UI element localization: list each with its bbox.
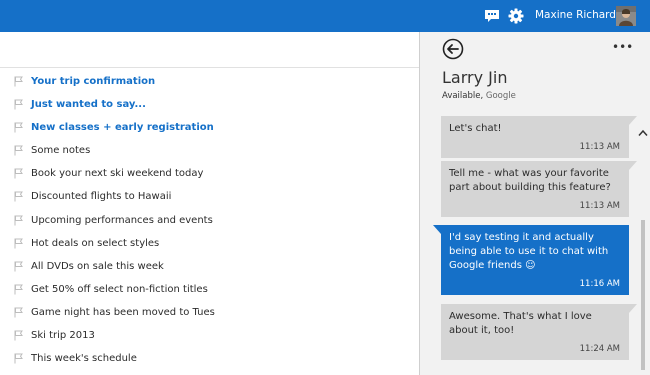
flag-icon[interactable] <box>14 284 24 295</box>
chat-bubble-received: Awesome. That's what I love about it, to… <box>441 304 637 360</box>
status-service: Google <box>485 91 516 101</box>
bubble-time: 11:13 AM <box>579 142 620 152</box>
bubble-text: Tell me - what was your favorite part ab… <box>449 168 611 193</box>
message-subject: Discounted flights to Hawaii <box>31 191 172 203</box>
scroll-up-icon[interactable] <box>638 122 648 136</box>
status-text: Available, <box>442 91 484 101</box>
scrollbar-thumb[interactable] <box>641 220 645 370</box>
scrollbar[interactable] <box>638 120 648 375</box>
smiley-icon: ☺ <box>525 260 536 271</box>
bubble-text: Awesome. That's what I love about it, to… <box>449 311 592 336</box>
message-subject: Hot deals on select styles <box>31 237 160 249</box>
flag-icon[interactable] <box>14 191 24 202</box>
bubble-time: 11:24 AM <box>579 344 620 354</box>
flag-icon[interactable] <box>14 168 24 179</box>
back-button[interactable] <box>442 38 464 60</box>
list-item[interactable]: New classes + early registration <box>0 116 419 139</box>
flag-icon[interactable] <box>14 353 24 364</box>
message-subject: Some notes <box>31 145 91 157</box>
avatar[interactable] <box>616 6 636 26</box>
message-subject: Your trip confirmation <box>31 76 156 87</box>
message-subject: Book your next ski weekend today <box>31 168 204 180</box>
chat-pane: ••• Larry Jin Available, Google Let's ch… <box>420 32 650 375</box>
message-subject: This week's schedule <box>31 353 137 365</box>
flag-icon[interactable] <box>14 76 24 87</box>
message-subject: All DVDs on sale this week <box>31 260 164 272</box>
more-options-button[interactable]: ••• <box>612 40 633 54</box>
flag-icon[interactable] <box>14 215 24 226</box>
bubble-time: 11:16 AM <box>579 279 620 289</box>
gear-icon[interactable] <box>508 8 524 24</box>
list-item[interactable]: Discounted flights to Hawaii <box>0 185 419 208</box>
message-subject: Upcoming performances and events <box>31 214 213 226</box>
message-subject: Get 50% off select non-fiction titles <box>31 283 208 295</box>
flag-icon[interactable] <box>14 145 24 156</box>
contact-name: Larry Jin <box>442 68 508 87</box>
chat-bubble-received: Tell me - what was your favorite part ab… <box>441 161 637 217</box>
message-list-pane: Your trip confirmation Just wanted to say… <box>0 32 419 375</box>
message-list: Your trip confirmation Just wanted to say… <box>0 70 419 370</box>
chat-bubble-icon[interactable] <box>484 8 500 24</box>
flag-icon[interactable] <box>14 238 24 249</box>
divider <box>0 67 419 68</box>
bubble-text: I'd say testing it and actually being ab… <box>441 225 629 273</box>
bubble-text: Let's chat! <box>449 123 502 134</box>
chat-bubble-sent: I'd say testing it and actually being ab… <box>433 225 629 295</box>
bubble-time: 11:13 AM <box>579 201 620 211</box>
flag-icon[interactable] <box>14 307 24 318</box>
list-item[interactable]: Just wanted to say... <box>0 93 419 116</box>
message-subject: New classes + early registration <box>31 122 214 134</box>
message-subject: Game night has been moved to Tues <box>31 306 215 318</box>
flag-icon[interactable] <box>14 330 24 341</box>
message-subject: Just wanted to say... <box>31 99 146 111</box>
message-subject: Ski trip 2013 <box>31 330 95 342</box>
flag-icon[interactable] <box>14 261 24 272</box>
list-item[interactable]: Game night has been moved to Tues <box>0 301 419 324</box>
list-item[interactable]: Hot deals on select styles <box>0 232 419 255</box>
list-item[interactable]: Book your next ski weekend today <box>0 162 419 185</box>
top-bar: Maxine Richardson <box>0 0 650 32</box>
list-item[interactable]: All DVDs on sale this week <box>0 255 419 278</box>
chat-bubble-received: Let's chat! 11:13 AM <box>441 116 637 158</box>
list-item[interactable]: Your trip confirmation <box>0 70 419 93</box>
list-item[interactable]: Ski trip 2013 <box>0 324 419 347</box>
back-arrow-icon <box>442 38 464 60</box>
contact-status: Available, Google <box>442 91 516 101</box>
list-item[interactable]: This week's schedule <box>0 347 419 370</box>
list-item[interactable]: Upcoming performances and events <box>0 209 419 232</box>
list-item[interactable]: Some notes <box>0 139 419 162</box>
flag-icon[interactable] <box>14 122 24 133</box>
list-item[interactable]: Get 50% off select non-fiction titles <box>0 278 419 301</box>
flag-icon[interactable] <box>14 99 24 110</box>
